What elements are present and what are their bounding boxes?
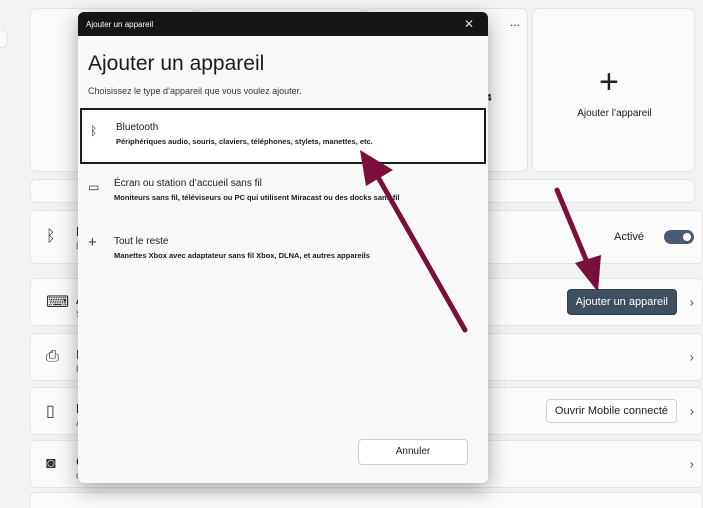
row-partial [30, 492, 703, 508]
cancel-button[interactable]: Annuler [358, 439, 468, 465]
add-device-dialog: Ajouter un appareil ✕ Ajouter un apparei… [78, 12, 488, 483]
dialog-titlebar: Ajouter un appareil ✕ [78, 12, 488, 36]
chevron-right-icon[interactable]: › [690, 457, 694, 472]
monitor-icon: ▭ [88, 180, 100, 194]
add-device-button[interactable]: Ajouter un appareil [566, 289, 677, 315]
bluetooth-icon: ᛒ [46, 228, 56, 245]
bluetooth-toggle-label: Activé [614, 231, 644, 243]
left-edge-card [0, 30, 8, 48]
add-plus-icon: + [599, 63, 619, 101]
keyboard-icon: ⌨ [46, 294, 70, 311]
bluetooth-toggle[interactable] [664, 230, 694, 244]
close-icon[interactable]: ✕ [464, 17, 474, 31]
add-device-card[interactable]: + Ajouter l’appareil [532, 8, 695, 172]
dialog-subtitle: Choisissez le type d’appareil que vous v… [88, 86, 302, 96]
option-bluetooth[interactable]: ᛒ Bluetooth Périphériques audio, souris,… [80, 108, 486, 164]
printer-icon: ⎙ [46, 348, 59, 365]
option-title: Bluetooth [116, 122, 159, 133]
camera-icon: ◙ [46, 455, 56, 472]
option-subtitle: Moniteurs sans fil, téléviseurs ou PC qu… [114, 193, 400, 202]
option-title: Écran ou station d’accueil sans fil [114, 178, 262, 189]
option-subtitle: Manettes Xbox avec adaptateur sans fil X… [114, 251, 370, 260]
dialog-titlebar-text: Ajouter un appareil [86, 20, 154, 29]
more-options-icon[interactable]: ... [510, 15, 520, 29]
option-title: Tout le reste [114, 236, 169, 247]
plus-icon: + [88, 234, 97, 251]
phone-icon: ▯ [46, 403, 55, 420]
option-subtitle: Périphériques audio, souris, claviers, t… [116, 137, 373, 146]
dialog-heading: Ajouter un appareil [88, 52, 265, 75]
chevron-right-icon[interactable]: › [690, 404, 694, 419]
option-everything-else[interactable]: + Tout le reste Manettes Xbox avec adapt… [80, 224, 486, 280]
add-device-card-label: Ajouter l’appareil [577, 108, 652, 119]
chevron-right-icon[interactable]: › [690, 350, 694, 365]
bluetooth-icon: ᛒ [90, 124, 98, 138]
chevron-right-icon[interactable]: › [690, 295, 694, 310]
option-wireless-display[interactable]: ▭ Écran ou station d’accueil sans fil Mo… [80, 166, 486, 222]
open-mobile-button[interactable]: Ouvrir Mobile connecté [545, 399, 677, 423]
